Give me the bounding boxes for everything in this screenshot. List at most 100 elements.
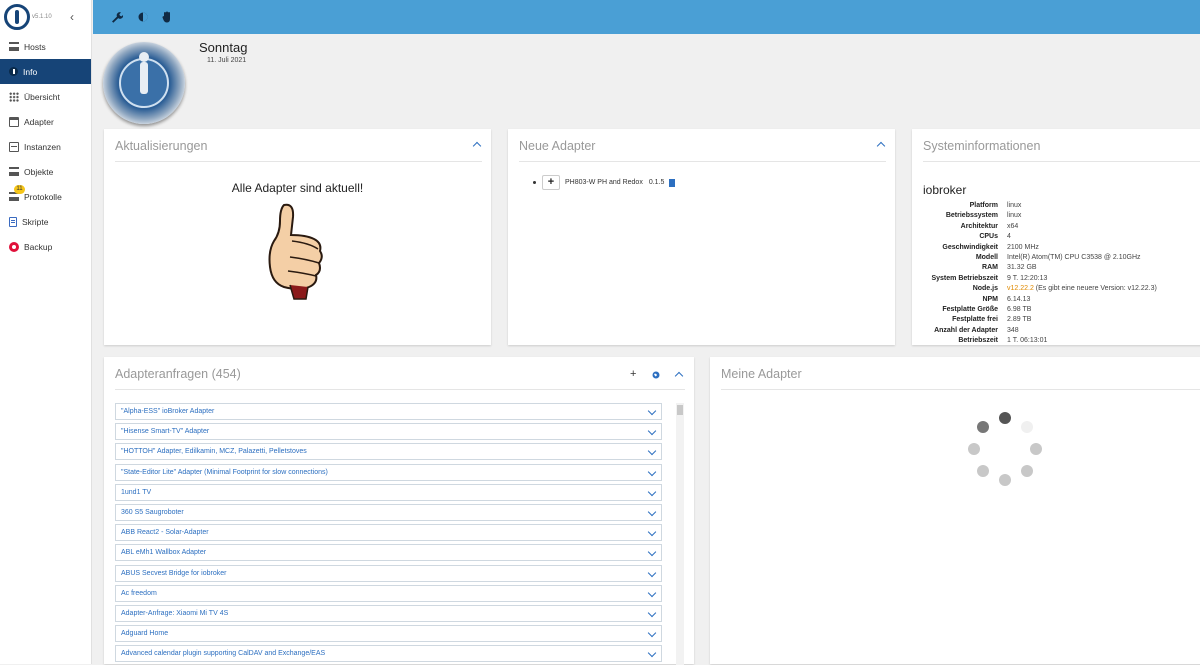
- system-info-value: x64: [1007, 222, 1018, 232]
- adapter-request-item[interactable]: "Alpha-ESS" ioBroker Adapter: [115, 403, 662, 420]
- hand-icon[interactable]: [161, 11, 173, 26]
- nodejs-update-note: (Es gibt eine neuere Version: v12.22.3): [1033, 285, 1157, 293]
- adapter-request-item[interactable]: Advanced calendar plugin supporting CalD…: [115, 645, 662, 663]
- adapter-request-label: 1und1 TV: [121, 488, 152, 496]
- sidebar-item-instanzen[interactable]: Instanzen: [0, 134, 91, 159]
- chevron-down-icon[interactable]: [647, 568, 657, 577]
- version-label: v5.1.10: [32, 14, 52, 20]
- host-name: iobroker: [923, 183, 967, 197]
- sidebar-nav: Hosts Info Übersicht Adapter Instanzen Objekt…: [0, 34, 91, 259]
- system-info-row: Platform linux: [923, 201, 1200, 211]
- sidebar-item-skripte[interactable]: Skripte: [0, 209, 91, 234]
- adapter-request-label: "Alpha-ESS" ioBroker Adapter: [121, 408, 215, 415]
- sidebar-item-info[interactable]: Info: [0, 59, 91, 84]
- system-info-row: Betriebszeit 1 T. 06:13:01: [923, 336, 1200, 345]
- system-info-value-text: 6.14.13: [1007, 295, 1031, 303]
- adapter-request-label: Adguard Home: [121, 630, 169, 638]
- system-info-key: RAM: [982, 264, 998, 272]
- chevron-down-icon[interactable]: [647, 406, 657, 416]
- system-info-value-text: linux: [1007, 202, 1022, 209]
- system-info-value-text: 31.32 GB: [1007, 264, 1037, 272]
- adapter-request-item[interactable]: ABL eMh1 Wallbox Adapter: [115, 544, 662, 562]
- instances-icon: [9, 141, 19, 152]
- backup-icon: [9, 241, 19, 252]
- chevron-down-icon[interactable]: [647, 588, 657, 598]
- adapter-request-item[interactable]: 360 S5 Saugroboter: [115, 504, 662, 521]
- system-info-value-text: 9 T. 12:20:13: [1007, 274, 1048, 282]
- chevron-down-icon[interactable]: [647, 507, 657, 517]
- system-info-value: linux: [1007, 211, 1021, 221]
- sidebar-item-adapter[interactable]: Adapter: [0, 109, 91, 134]
- system-info-value-text: 2.89 TB: [1007, 316, 1032, 324]
- sidebar-item-bersicht[interactable]: Übersicht: [0, 84, 91, 109]
- chevron-down-icon[interactable]: [647, 608, 657, 618]
- new-adapter-name: PH803-W PH and Redox: [565, 179, 643, 186]
- sidebar-item-protokolle[interactable]: Protokolle 11: [0, 184, 91, 209]
- chevron-down-icon[interactable]: [647, 628, 657, 638]
- chevron-down-icon[interactable]: [647, 467, 657, 476]
- top-toolbar: [93, 0, 1200, 34]
- date-weekday: Sonntag: [199, 40, 248, 55]
- system-info-value: 1 T. 06:13:01: [1007, 336, 1047, 345]
- system-info-key: Anzahl der Adapter: [934, 326, 998, 334]
- sidebar-item-objekte[interactable]: Objekte: [0, 159, 91, 184]
- system-info-row: RAM 31.32 GB: [923, 263, 1200, 273]
- adapter-request-item[interactable]: "Hisense Smart-TV" Adapter: [115, 423, 662, 441]
- collapse-new-adapters-icon[interactable]: [876, 141, 886, 151]
- system-info-row: Modell Intel(R) Atom(TM) CPU C3538 @ 2.10…: [923, 253, 1200, 263]
- readme-icon[interactable]: [669, 178, 676, 187]
- adapter-request-label: Ac freedom: [121, 589, 157, 597]
- system-info-key: Platform: [969, 202, 998, 209]
- system-info-value-text: 1 T. 06:13:01: [1007, 337, 1048, 345]
- system-info-key: System Betriebszeit: [931, 274, 998, 282]
- collapse-updates-icon[interactable]: [472, 141, 482, 151]
- chevron-down-icon[interactable]: [647, 649, 657, 658]
- install-button[interactable]: +: [542, 175, 560, 190]
- loading-spinner-icon: [965, 412, 1045, 492]
- system-info-key: CPUs: [979, 233, 998, 241]
- chevron-down-icon[interactable]: [647, 548, 657, 557]
- store-icon: [9, 116, 19, 127]
- system-info-value: linux: [1007, 201, 1021, 211]
- sidebar-item-label: Hosts: [24, 41, 46, 52]
- chevron-down-icon[interactable]: [647, 487, 657, 497]
- adapter-request-item[interactable]: 1und1 TV: [115, 483, 662, 501]
- system-info-value: 4: [1007, 232, 1011, 242]
- sidebar-item-label: Übersicht: [24, 91, 60, 102]
- system-info-value-text: x64: [1007, 222, 1019, 230]
- system-info-key: Modell: [975, 253, 998, 261]
- info-icon: [9, 67, 18, 76]
- system-info-title: Systeminformationen: [923, 139, 1041, 153]
- requests-scrollbar[interactable]: [676, 403, 684, 665]
- collapse-sidebar-icon[interactable]: ‹: [70, 10, 74, 24]
- sidebar-item-hosts[interactable]: Hosts: [0, 34, 91, 59]
- system-info-key: Geschwindigkeit: [942, 243, 998, 251]
- chevron-down-icon[interactable]: [647, 447, 657, 456]
- sidebar-header: v5.1.10 ‹: [0, 0, 91, 34]
- collapse-requests-icon[interactable]: [674, 371, 684, 381]
- adapter-request-item[interactable]: Ac freedom: [115, 584, 662, 602]
- adapter-request-item[interactable]: Adguard Home: [115, 625, 662, 643]
- adapter-request-label: "Hisense Smart-TV" Adapter: [121, 428, 210, 436]
- adapter-request-item[interactable]: Adapter-Anfrage: Xiaomi Mi TV 4S: [115, 605, 662, 622]
- add-request-icon[interactable]: +: [630, 368, 636, 380]
- adapter-request-item[interactable]: ABB React2 - Solar-Adapter: [115, 524, 662, 542]
- adapter-request-item[interactable]: "HOTTOH" Adapter, Edilkamin, MCZ, Palaze…: [115, 443, 662, 461]
- chevron-down-icon[interactable]: [647, 527, 657, 537]
- system-info-value: 9 T. 12:20:13: [1007, 274, 1047, 284]
- iobroker-logo[interactable]: [4, 4, 30, 30]
- my-adapters-title: Meine Adapter: [721, 367, 802, 381]
- my-adapters-card: Meine Adapter: [710, 357, 1200, 664]
- sidebar-item-backup[interactable]: Backup: [0, 234, 91, 259]
- updates-message: Alle Adapter sind aktuell!: [231, 181, 364, 195]
- globe-icon[interactable]: [652, 371, 660, 382]
- brightness-icon[interactable]: [137, 11, 149, 26]
- chevron-down-icon[interactable]: [647, 426, 657, 436]
- adapter-request-item[interactable]: "State-Editor Lite" Adapter (Minimal Foo…: [115, 463, 662, 481]
- system-info-value: v12.22.2 (Es gibt eine neuere Version: v…: [1007, 284, 1157, 294]
- adapter-request-item[interactable]: ABUS Secvest Bridge for iobroker: [115, 564, 662, 582]
- system-info-value: 31.32 GB: [1007, 263, 1037, 273]
- adapter-request-label: ABB React2 - Solar-Adapter: [121, 529, 209, 537]
- wrench-icon[interactable]: [111, 11, 124, 26]
- new-adapter-item: + PH803-W PH and Redox 0.1.5: [533, 175, 676, 190]
